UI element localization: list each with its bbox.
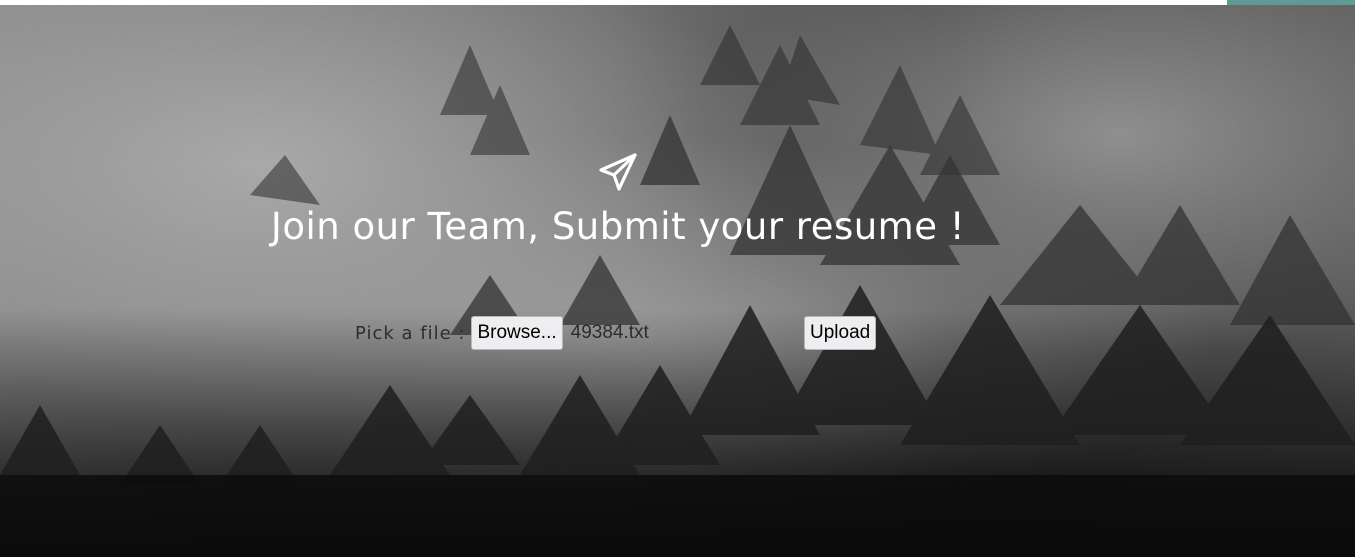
pick-file-label: Pick a file : [355,322,466,344]
paper-plane-icon [599,153,637,191]
page: Join our Team, Submit your resume ! Pick… [0,0,1355,557]
content: Join our Team, Submit your resume ! Pick… [0,0,1355,557]
upload-form: Pick a file : Browse... 49384.txt [355,315,649,351]
browse-button[interactable]: Browse... [471,316,563,350]
upload-button[interactable]: Upload [804,316,877,350]
page-title: Join our Team, Submit your resume ! [270,205,966,248]
top-accent-bar [1227,0,1355,5]
top-strip [0,0,1355,5]
selected-file-name: 49384.txt [570,322,649,343]
